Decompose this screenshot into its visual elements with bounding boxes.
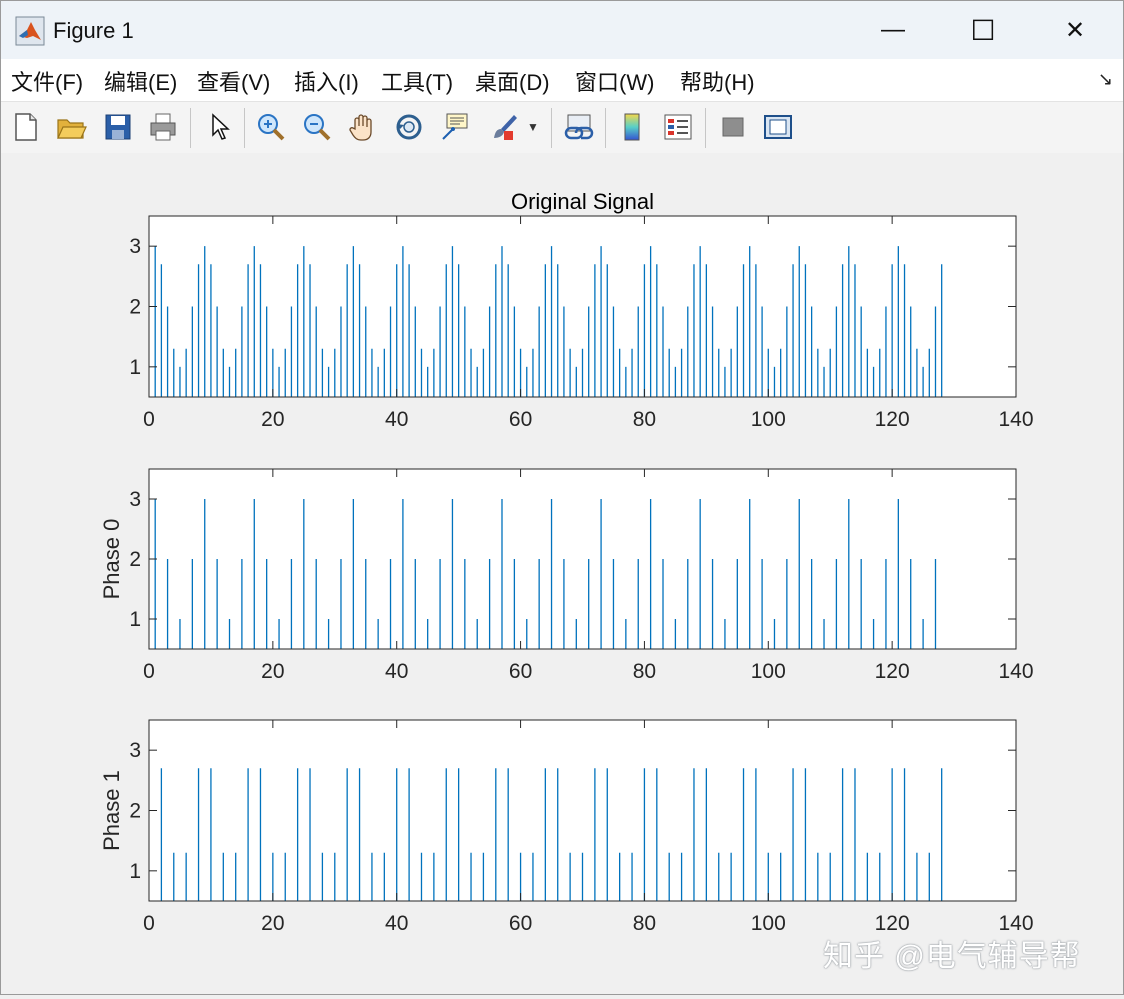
y-tick-label: 2 (129, 800, 141, 823)
save-button[interactable] (100, 109, 136, 145)
x-tick-label: 60 (509, 660, 532, 683)
show-plot-tools-icon (764, 115, 792, 139)
y-tick-label: 1 (129, 356, 141, 379)
pointer-button[interactable] (202, 109, 238, 145)
legend-button[interactable] (660, 109, 696, 145)
y-tick-label: 3 (129, 739, 141, 762)
matlab-logo-icon (15, 16, 45, 46)
toolbar-separator (705, 108, 706, 148)
y-tick-label: 1 (129, 860, 141, 883)
x-tick-label: 60 (509, 408, 532, 431)
new-file-button[interactable] (8, 109, 44, 145)
maximize-button[interactable]: ☐ (939, 5, 1027, 55)
figure-plots: 0 20 40 60 80 100 120 140123Original Signal0 20 4… (99, 189, 1034, 935)
rotate-3d-button[interactable] (391, 109, 427, 145)
y-tick-label: 2 (129, 548, 141, 571)
x-tick-label: 80 (633, 912, 656, 935)
x-tick-label: 60 (509, 912, 532, 935)
close-button[interactable]: ✕ (1031, 5, 1119, 55)
toolbar-separator (605, 108, 606, 148)
toolbar-separator (244, 108, 245, 148)
hide-plot-tools-button[interactable] (715, 109, 751, 145)
x-tick-label: 40 (385, 408, 408, 431)
zoom-out-button[interactable] (299, 109, 335, 145)
x-tick-label: 100 (751, 660, 786, 683)
rotate-3d-icon (396, 114, 422, 140)
link-plot-button[interactable] (560, 109, 596, 145)
x-tick-label: 0 (143, 912, 155, 935)
menu-view[interactable]: 查看(V) (197, 65, 270, 97)
x-tick-label: 20 (261, 660, 284, 683)
menu-edit[interactable]: 编辑(E) (104, 65, 177, 97)
save-icon (105, 114, 131, 140)
x-tick-label: 140 (998, 408, 1033, 431)
print-button[interactable] (145, 109, 181, 145)
hide-plot-tools-icon (722, 117, 744, 137)
dock-arrow-icon[interactable]: ↘ (1098, 69, 1113, 90)
figure-canvas: 0 20 40 60 80 100 120 140 1 2 3 Original Signal 0 20 4… (1, 153, 1123, 994)
menu-desktop[interactable]: 桌面(D) (475, 65, 550, 97)
x-tick-label: 40 (385, 660, 408, 683)
pan-hand-icon (349, 114, 372, 141)
figure-toolbar: ▼ (1, 101, 1123, 155)
menu-help[interactable]: 帮助(H) (680, 65, 755, 97)
menu-file[interactable]: 文件(F) (11, 65, 83, 97)
new-file-icon (15, 113, 37, 141)
data-cursor-button[interactable] (437, 109, 473, 145)
menu-bar: 文件(F) 编辑(E) 查看(V) 插入(I) 工具(T) 桌面(D) 窗口(W… (1, 59, 1123, 101)
minimize-button[interactable]: — (849, 5, 937, 55)
x-tick-label: 140 (998, 660, 1033, 683)
open-folder-icon (57, 119, 87, 139)
brush-icon (494, 115, 517, 140)
show-plot-tools-button[interactable] (760, 109, 796, 145)
y-tick-label: 3 (129, 235, 141, 258)
zoom-out-icon (304, 114, 331, 141)
zoom-in-icon (258, 114, 285, 141)
x-tick-label: 80 (633, 408, 656, 431)
x-tick-label: 100 (751, 408, 786, 431)
open-button[interactable] (53, 109, 89, 145)
x-tick-label: 20 (261, 912, 284, 935)
watermark-text: 知乎 @电气辅导帮 (823, 940, 1081, 973)
minimize-icon: — (881, 16, 905, 43)
link-plot-icon (564, 114, 594, 140)
x-tick-label: 100 (751, 912, 786, 935)
zoom-in-button[interactable] (253, 109, 289, 145)
chart-title: Original Signal (511, 189, 654, 214)
menu-tools[interactable]: 工具(T) (381, 65, 453, 97)
legend-icon (664, 114, 692, 140)
brush-dropdown-button[interactable]: ▼ (523, 109, 543, 145)
y-axis-label: Phase 0 (99, 519, 124, 600)
window-title: Figure 1 (53, 18, 134, 43)
x-tick-label: 120 (875, 408, 910, 431)
close-icon: ✕ (1064, 16, 1086, 44)
x-tick-label: 20 (261, 408, 284, 431)
toolbar-separator (190, 108, 191, 148)
menu-insert[interactable]: 插入(I) (294, 65, 359, 97)
y-tick-label: 3 (129, 488, 141, 511)
y-tick-label: 2 (129, 296, 141, 319)
y-tick-label: 1 (129, 608, 141, 631)
menu-window[interactable]: 窗口(W) (575, 65, 654, 97)
x-tick-label: 80 (633, 660, 656, 683)
x-tick-label: 40 (385, 912, 408, 935)
figure-window: Figure 1 — ☐ ✕ 文件(F) 编辑(E) 查看(V) 插入(I) 工… (0, 0, 1124, 995)
pan-button[interactable] (345, 109, 381, 145)
brush-button[interactable] (485, 109, 521, 145)
data-cursor-icon (442, 113, 468, 140)
x-tick-label: 0 (143, 408, 155, 431)
dropdown-arrow-icon: ▼ (527, 120, 539, 134)
y-axis-label: Phase 1 (99, 770, 124, 851)
x-tick-label: 120 (875, 660, 910, 683)
toolbar-separator (551, 108, 552, 148)
title-bar[interactable]: Figure 1 — ☐ ✕ (1, 1, 1123, 59)
maximize-icon: ☐ (970, 14, 996, 46)
print-icon (150, 113, 176, 141)
colorbar-icon (624, 113, 640, 141)
x-tick-label: 0 (143, 660, 155, 683)
pointer-icon (212, 113, 230, 140)
colorbar-button[interactable] (614, 109, 650, 145)
